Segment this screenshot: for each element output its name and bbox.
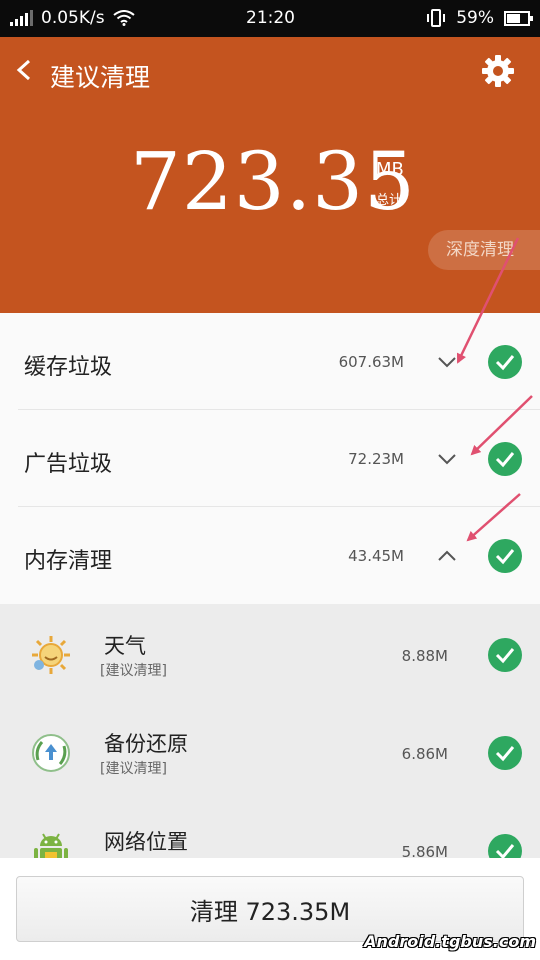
gear-icon[interactable] (480, 53, 516, 89)
battery-icon (504, 10, 533, 26)
total-size-unit: MB (376, 159, 404, 180)
vibrate-icon (427, 9, 446, 27)
app-row-weather[interactable]: 天气 [建议清理] 8.88M (0, 604, 540, 702)
back-button[interactable] (14, 55, 34, 91)
category-label: 广告垃圾 (24, 452, 113, 477)
app-size: 6.86M (401, 745, 448, 763)
backup-restore-icon (32, 734, 70, 772)
app-size: 8.88M (401, 647, 448, 665)
chevron-left-icon (16, 59, 31, 81)
checkbox[interactable] (488, 736, 522, 770)
app-name: 天气 (104, 634, 146, 658)
watermark: Android.tgbus.com (364, 932, 536, 951)
checkbox[interactable] (488, 539, 522, 573)
category-size: 43.45M (348, 547, 404, 565)
check-icon (495, 355, 515, 371)
check-icon (495, 648, 515, 664)
battery-percent: 59% (456, 8, 494, 28)
app-size: 5.86M (401, 843, 448, 858)
page-title: 建议清理 (50, 63, 151, 92)
deep-clean-button[interactable]: 深度清理 (428, 230, 540, 270)
checkbox[interactable] (488, 442, 522, 476)
checkbox[interactable] (488, 345, 522, 379)
memory-app-list: 天气 [建议清理] 8.88M 备份还原 [建议清理] 6.86M 网络位置 5… (0, 604, 540, 858)
wifi-icon (112, 10, 135, 26)
total-size-value: 723.35 (130, 135, 416, 228)
check-icon (495, 746, 515, 762)
header: 建议清理 723.35 MB 总计 深度清理 (0, 37, 540, 313)
android-robot-icon (34, 833, 68, 858)
total-caption: 总计 (376, 193, 403, 208)
weather-sun-icon (32, 636, 70, 674)
category-row-memory[interactable]: 内存清理 43.45M (0, 507, 540, 604)
category-row-cache[interactable]: 缓存垃圾 607.63M (0, 313, 540, 410)
category-label: 内存清理 (24, 549, 113, 574)
app-tag: [建议清理] (100, 663, 167, 679)
checkbox[interactable] (488, 834, 522, 858)
bottom-bar: 清理 723.35M Android.tgbus.com (0, 858, 540, 960)
chevron-down-icon[interactable] (437, 449, 457, 469)
clock: 21:20 (246, 8, 295, 28)
category-size: 72.23M (348, 450, 404, 468)
app-row-network-location[interactable]: 网络位置 5.86M (0, 800, 540, 858)
app-name: 备份还原 (104, 732, 188, 756)
app-name: 网络位置 (104, 830, 188, 854)
signal-icon (10, 10, 33, 26)
check-icon (495, 844, 515, 858)
category-size: 607.63M (338, 353, 404, 371)
status-bar: 0.05K/s 21:20 59% (0, 0, 540, 37)
chevron-up-icon[interactable] (437, 546, 457, 566)
category-list: 缓存垃圾 607.63M 广告垃圾 72.23M 内存清理 43.45M (0, 313, 540, 604)
network-speed: 0.05K/s (41, 8, 105, 28)
app-tag: [建议清理] (100, 761, 167, 777)
app-row-backup[interactable]: 备份还原 [建议清理] 6.86M (0, 702, 540, 800)
checkbox[interactable] (488, 638, 522, 672)
category-label: 缓存垃圾 (24, 355, 113, 380)
check-icon (495, 549, 515, 565)
check-icon (495, 452, 515, 468)
chevron-down-icon[interactable] (437, 352, 457, 372)
category-row-ads[interactable]: 广告垃圾 72.23M (0, 410, 540, 507)
